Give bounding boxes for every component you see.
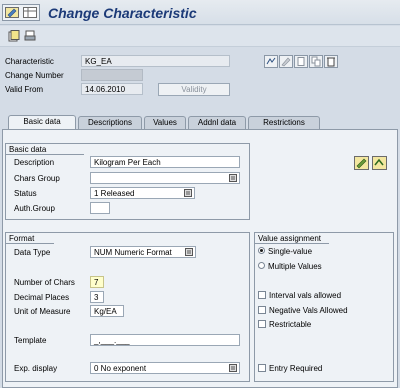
value-assignment-title: Value assignment bbox=[255, 233, 329, 244]
interval-vals-label: Interval vals allowed bbox=[269, 291, 342, 300]
title-bar: Change Characteristic bbox=[0, 0, 400, 25]
page-title: Change Characteristic bbox=[48, 5, 197, 21]
auth-group-field[interactable] bbox=[90, 202, 110, 214]
edit-pencil-icon[interactable] bbox=[279, 55, 293, 68]
num-chars-label: Number of Chars bbox=[14, 278, 75, 287]
status-value: 1 Released bbox=[94, 189, 135, 198]
interval-vals-checkbox[interactable] bbox=[258, 291, 266, 299]
exp-display-value: 0 No exponent bbox=[94, 364, 147, 373]
value-help-icon[interactable] bbox=[229, 174, 237, 182]
change-number-label: Change Number bbox=[5, 71, 64, 80]
application-toolbar bbox=[0, 26, 400, 47]
characteristic-label: Characteristic bbox=[5, 57, 54, 66]
num-chars-field[interactable]: 7 bbox=[90, 276, 104, 288]
characteristic-field: KG_EA bbox=[81, 55, 230, 67]
change-number-field[interactable] bbox=[81, 69, 143, 81]
display-change-icon[interactable] bbox=[5, 7, 19, 18]
chars-group-field[interactable] bbox=[90, 172, 240, 184]
negative-vals-label: Negative Vals Allowed bbox=[269, 306, 348, 315]
tab-descriptions[interactable]: Descriptions bbox=[78, 116, 142, 129]
data-type-value: NUM Numeric Format bbox=[94, 248, 172, 257]
entry-required-label: Entry Required bbox=[269, 364, 323, 373]
pencil-edit-icon[interactable] bbox=[354, 156, 369, 170]
multiple-values-radio[interactable] bbox=[258, 262, 265, 269]
template-label: Template bbox=[14, 336, 47, 345]
title-icon-group[interactable] bbox=[2, 4, 40, 21]
restrictable-checkbox[interactable] bbox=[258, 320, 266, 328]
basic-data-title: Basic data bbox=[6, 144, 84, 155]
value-help-icon[interactable] bbox=[229, 364, 237, 372]
format-title: Format bbox=[6, 233, 54, 244]
status-field[interactable]: 1 Released bbox=[90, 187, 195, 199]
multiple-values-label: Multiple Values bbox=[268, 262, 322, 271]
tab-addnl-data[interactable]: Addnl data bbox=[188, 116, 246, 129]
tab-restrictions[interactable]: Restrictions bbox=[248, 116, 320, 129]
data-type-label: Data Type bbox=[14, 248, 51, 257]
valid-from-label: Valid From bbox=[5, 85, 44, 94]
description-label: Description bbox=[14, 158, 55, 167]
data-type-field[interactable]: NUM Numeric Format bbox=[90, 246, 196, 258]
value-help-icon[interactable] bbox=[184, 189, 192, 197]
tab-values[interactable]: Values bbox=[144, 116, 186, 129]
delete-icon[interactable] bbox=[324, 55, 338, 68]
entry-required-checkbox[interactable] bbox=[258, 364, 266, 372]
copy-icon[interactable] bbox=[309, 55, 323, 68]
validity-button[interactable]: Validity bbox=[158, 83, 230, 96]
single-value-radio[interactable] bbox=[258, 247, 265, 254]
negative-vals-checkbox[interactable] bbox=[258, 306, 266, 314]
chars-group-label: Chars Group bbox=[14, 174, 60, 183]
multilingual-text-icon[interactable] bbox=[372, 156, 387, 170]
exp-display-label: Exp. display bbox=[14, 364, 58, 373]
decimal-places-field[interactable]: 3 bbox=[90, 291, 104, 303]
tab-basic-data[interactable]: Basic data bbox=[8, 115, 76, 130]
single-value-label: Single-value bbox=[268, 247, 313, 256]
description-field[interactable]: Kilogram Per Each bbox=[90, 156, 240, 168]
print-icon[interactable] bbox=[24, 30, 36, 42]
create-document-icon[interactable] bbox=[294, 55, 308, 68]
auth-group-label: Auth.Group bbox=[14, 204, 55, 213]
restrictable-label: Restrictable bbox=[269, 320, 312, 329]
status-label: Status bbox=[14, 189, 37, 198]
template-field[interactable]: _,___.___ bbox=[90, 334, 240, 346]
other-object-icon[interactable] bbox=[8, 30, 20, 42]
decimal-places-label: Decimal Places bbox=[14, 293, 70, 302]
unit-of-measure-label: Unit of Measure bbox=[14, 307, 71, 316]
value-help-icon[interactable] bbox=[185, 248, 193, 256]
header-icon-bar bbox=[264, 55, 338, 68]
table-icon[interactable] bbox=[23, 7, 37, 18]
valid-from-field: 14.06.2010 bbox=[81, 83, 143, 95]
exp-display-field[interactable]: 0 No exponent bbox=[90, 362, 240, 374]
where-used-icon[interactable] bbox=[264, 55, 278, 68]
unit-of-measure-field[interactable]: Kg/EA bbox=[90, 305, 124, 317]
